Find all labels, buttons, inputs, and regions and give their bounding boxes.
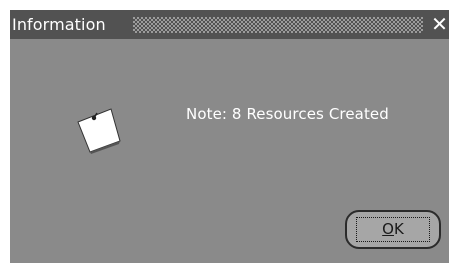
ok-button-mnemonic: O bbox=[382, 220, 394, 238]
ok-button-focus-ring: OK bbox=[356, 217, 430, 242]
ok-button-label: K bbox=[393, 220, 404, 238]
dialog-title: Information bbox=[12, 15, 106, 34]
title-bar-grip[interactable] bbox=[133, 17, 423, 33]
close-button[interactable]: ✕ bbox=[430, 13, 449, 35]
title-bar[interactable]: Information ✕ bbox=[10, 10, 449, 39]
close-icon: ✕ bbox=[431, 12, 448, 36]
ok-button[interactable]: OK bbox=[345, 210, 441, 249]
note-icon bbox=[77, 108, 121, 154]
message-text: Note: 8 Resources Created bbox=[186, 105, 389, 123]
information-dialog: Information ✕ Note: 8 Resources Created … bbox=[10, 10, 449, 263]
